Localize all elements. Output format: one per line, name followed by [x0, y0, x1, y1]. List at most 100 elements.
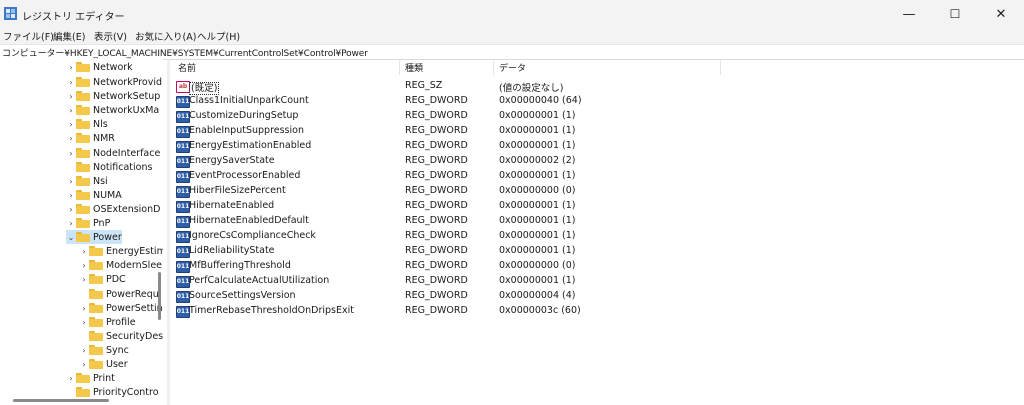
value-type: REG_DWORD — [405, 140, 468, 151]
chevron-right-icon[interactable]: › — [66, 205, 76, 214]
tree-item[interactable]: SecurityDes — [79, 329, 163, 343]
column-header-name[interactable]: 名前 — [178, 61, 196, 74]
value-data: 0x00000001 (1) — [499, 110, 576, 121]
tree-item[interactable]: › NetworkSetup — [66, 89, 160, 103]
menu-edit[interactable]: 編集(E) — [53, 29, 85, 43]
column-divider[interactable] — [493, 59, 494, 75]
folder-icon — [89, 246, 103, 256]
chevron-right-icon[interactable]: › — [79, 275, 89, 284]
list-item[interactable]: 011 Class1InitialUnparkCount REG_DWORD 0x00… — [170, 94, 1024, 109]
tree-item-label: PowerRequ — [106, 288, 159, 300]
chevron-right-icon[interactable]: › — [66, 374, 76, 383]
list-item[interactable]: 011 HibernateEnabled REG_DWORD 0x00000001 (… — [170, 199, 1024, 214]
tree-item[interactable]: › User — [79, 357, 127, 371]
values-list-pane[interactable]: 名前 種類 データ ab (既定) REG_SZ (値の設定なし) 011 Class1… — [170, 59, 1024, 405]
menu-help[interactable]: ヘルプ(H) — [197, 29, 240, 43]
chevron-right-icon[interactable]: › — [66, 149, 76, 158]
tree-item[interactable]: › PDC — [79, 272, 126, 286]
chevron-right-icon[interactable]: › — [79, 318, 89, 327]
tree-item-power-selected[interactable]: ⌄ Power — [66, 230, 122, 244]
list-item[interactable]: 011 MfBufferingThreshold REG_DWORD 0x000000… — [170, 259, 1024, 274]
tree-item[interactable]: › Network — [66, 60, 132, 74]
list-item[interactable]: 011 PerfCalculateActualUtilization REG_DWO… — [170, 274, 1024, 289]
chevron-right-icon[interactable]: › — [66, 78, 76, 87]
value-type: REG_DWORD — [405, 170, 468, 181]
chevron-down-icon[interactable]: ⌄ — [66, 233, 76, 242]
column-divider[interactable] — [720, 59, 721, 75]
tree-vertical-scrollbar[interactable] — [158, 272, 161, 320]
value-name: PerfCalculateActualUtilization — [189, 275, 330, 286]
value-type: REG_SZ — [405, 80, 443, 91]
tree-horizontal-scrollbar[interactable] — [13, 399, 109, 402]
chevron-right-icon[interactable]: › — [79, 360, 89, 369]
value-data: 0x00000001 (1) — [499, 170, 576, 181]
column-header-type[interactable]: 種類 — [405, 61, 423, 74]
list-item[interactable]: 011 EnergyEstimationEnabled REG_DWORD 0x000… — [170, 139, 1024, 154]
tree-item[interactable]: › NodeInterface — [66, 146, 160, 160]
column-header-data[interactable]: データ — [499, 61, 526, 74]
list-item[interactable]: 011 LidReliabilityState REG_DWORD 0x0000000… — [170, 244, 1024, 259]
chevron-right-icon[interactable]: › — [79, 261, 89, 270]
chevron-right-icon[interactable]: › — [79, 346, 89, 355]
tree-item[interactable]: › NetworkProvid — [66, 75, 162, 89]
value-name: EventProcessorEnabled — [189, 170, 301, 181]
menu-view[interactable]: 表示(V) — [94, 29, 127, 43]
list-item[interactable]: 011 TimerRebaseThresholdOnDripsExit REG_DW… — [170, 304, 1024, 319]
menu-bar: ファイル(F) 編集(E) 表示(V) お気に入り(A) ヘルプ(H) — [0, 28, 1024, 44]
chevron-right-icon[interactable]: › — [79, 304, 89, 313]
tree-item[interactable]: › ModernSlee — [79, 258, 162, 272]
tree-item[interactable]: › PnP — [66, 216, 110, 230]
menu-favorites[interactable]: お気に入り(A) — [135, 29, 196, 43]
chevron-right-icon[interactable]: › — [66, 134, 76, 143]
tree-item[interactable]: PowerRequ — [79, 287, 159, 301]
chevron-right-icon[interactable]: › — [66, 219, 76, 228]
list-item[interactable]: 011 HiberFileSizePercent REG_DWORD 0x000000… — [170, 184, 1024, 199]
tree-item[interactable]: › NMR — [66, 131, 115, 145]
tree-item[interactable]: › Profile — [79, 315, 135, 329]
tree-item[interactable]: PriorityContro — [66, 385, 159, 399]
tree-item[interactable]: › PowerSettin — [79, 301, 162, 315]
tree-item[interactable]: › Sync — [79, 343, 129, 357]
key-tree-pane[interactable]: › Network › NetworkProvid › NetworkSetup › N… — [0, 59, 163, 405]
tree-item[interactable]: › OSExtensionD — [66, 202, 160, 216]
tree-item[interactable]: › NetworkUxMa — [66, 103, 159, 117]
maximize-button[interactable]: ☐ — [932, 0, 978, 28]
tree-item-label: NetworkProvid — [93, 76, 163, 88]
menu-file[interactable]: ファイル(F) — [3, 29, 54, 43]
chevron-right-icon[interactable]: › — [66, 191, 76, 200]
tree-item[interactable]: › Nsi — [66, 174, 108, 188]
tree-item-label: Nsi — [93, 175, 108, 187]
list-item[interactable]: 011 CustomizeDuringSetup REG_DWORD 0x000000… — [170, 109, 1024, 124]
string-value-icon: ab — [176, 81, 190, 93]
folder-icon — [76, 190, 90, 200]
tree-item[interactable]: › NUMA — [66, 188, 121, 202]
list-item[interactable]: 011 IgnoreCsComplianceCheck REG_DWORD 0x000… — [170, 229, 1024, 244]
column-divider[interactable] — [399, 59, 400, 75]
list-item[interactable]: 011 SourceSettingsVersion REG_DWORD 0x00000… — [170, 289, 1024, 304]
list-item[interactable]: ab (既定) REG_SZ (値の設定なし) — [170, 79, 1024, 95]
minimize-button[interactable]: — — [886, 0, 932, 28]
value-type: REG_DWORD — [405, 230, 468, 241]
tree-item-label: Notifications — [93, 161, 153, 173]
tree-item-label: PDC — [106, 273, 126, 285]
address-path[interactable]: コンピューター¥HKEY_LOCAL_MACHINE¥SYSTEM¥Curren… — [2, 46, 368, 59]
address-bar[interactable]: コンピューター¥HKEY_LOCAL_MACHINE¥SYSTEM¥Curren… — [0, 44, 1024, 60]
list-item[interactable]: 011 EnergySaverState REG_DWORD 0x00000002 (… — [170, 154, 1024, 169]
tree-item[interactable]: Notifications — [66, 160, 152, 174]
tree-item[interactable]: › Print — [66, 371, 114, 385]
chevron-right-icon[interactable]: › — [66, 120, 76, 129]
list-item[interactable]: 011 EventProcessorEnabled REG_DWORD 0x00000… — [170, 169, 1024, 184]
title-bar: レジストリ エディター — ☐ ✕ — [0, 0, 1024, 28]
tree-item[interactable]: › Nls — [66, 117, 107, 131]
list-item[interactable]: 011 EnableInputSuppression REG_DWORD 0x0000… — [170, 124, 1024, 139]
dword-value-icon: 011 — [176, 126, 190, 138]
chevron-right-icon[interactable]: › — [66, 63, 76, 72]
chevron-right-icon[interactable]: › — [66, 106, 76, 115]
chevron-right-icon[interactable]: › — [66, 177, 76, 186]
chevron-right-icon[interactable]: › — [66, 92, 76, 101]
close-button[interactable]: ✕ — [978, 0, 1024, 28]
list-item[interactable]: 011 HibernateEnabledDefault REG_DWORD 0x000… — [170, 214, 1024, 229]
tree-item-label: OSExtensionD — [93, 203, 161, 215]
tree-item[interactable]: › EnergyEstim — [79, 244, 163, 258]
chevron-right-icon[interactable]: › — [79, 247, 89, 256]
